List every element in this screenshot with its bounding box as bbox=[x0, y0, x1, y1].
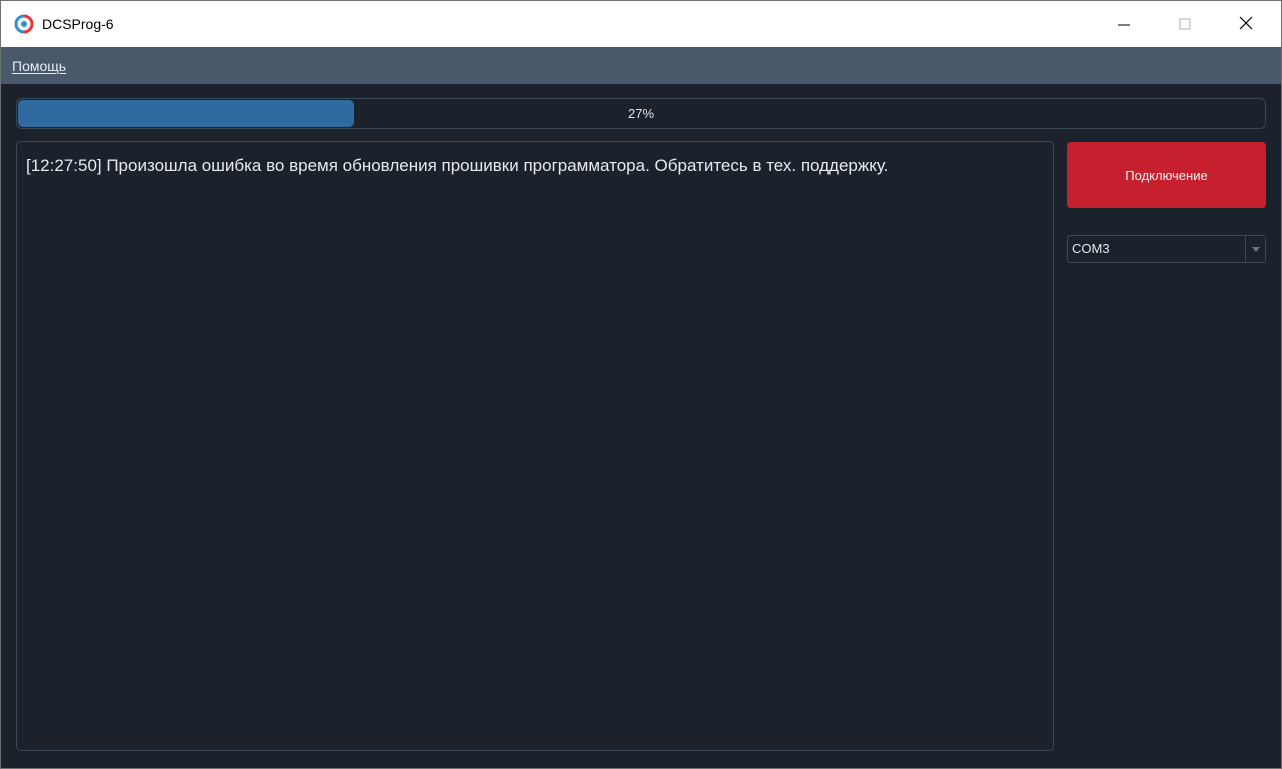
connect-button[interactable]: Подключение bbox=[1067, 142, 1266, 208]
window-title: DCSProg-6 bbox=[42, 16, 114, 32]
app-logo-icon bbox=[14, 14, 34, 34]
port-select[interactable]: COM3 bbox=[1067, 235, 1266, 263]
minimize-button[interactable] bbox=[1101, 1, 1147, 47]
maximize-button[interactable] bbox=[1162, 1, 1208, 47]
port-select-value: COM3 bbox=[1072, 241, 1110, 256]
menu-help-label: омощь bbox=[22, 58, 67, 74]
maximize-icon bbox=[1179, 15, 1191, 34]
close-button[interactable] bbox=[1223, 1, 1269, 47]
menu-help[interactable]: Помощь bbox=[12, 57, 66, 75]
log-line: [12:27:50] Произошла ошибка во время обн… bbox=[26, 156, 889, 175]
minimize-icon bbox=[1118, 15, 1130, 34]
log-panel[interactable]: [12:27:50] Произошла ошибка во время обн… bbox=[16, 141, 1054, 751]
title-bar[interactable]: DCSProg-6 bbox=[1, 1, 1281, 47]
close-icon bbox=[1239, 15, 1253, 34]
chevron-down-icon[interactable] bbox=[1245, 236, 1265, 262]
app-window: DCSProg-6 Помощь 27% [12:27:50] Произошл… bbox=[0, 0, 1282, 769]
menu-help-mnemonic: П bbox=[12, 58, 23, 74]
progress-bar: 27% bbox=[16, 98, 1266, 129]
progress-label: 27% bbox=[627, 106, 655, 121]
menu-bar: Помощь bbox=[1, 47, 1281, 84]
